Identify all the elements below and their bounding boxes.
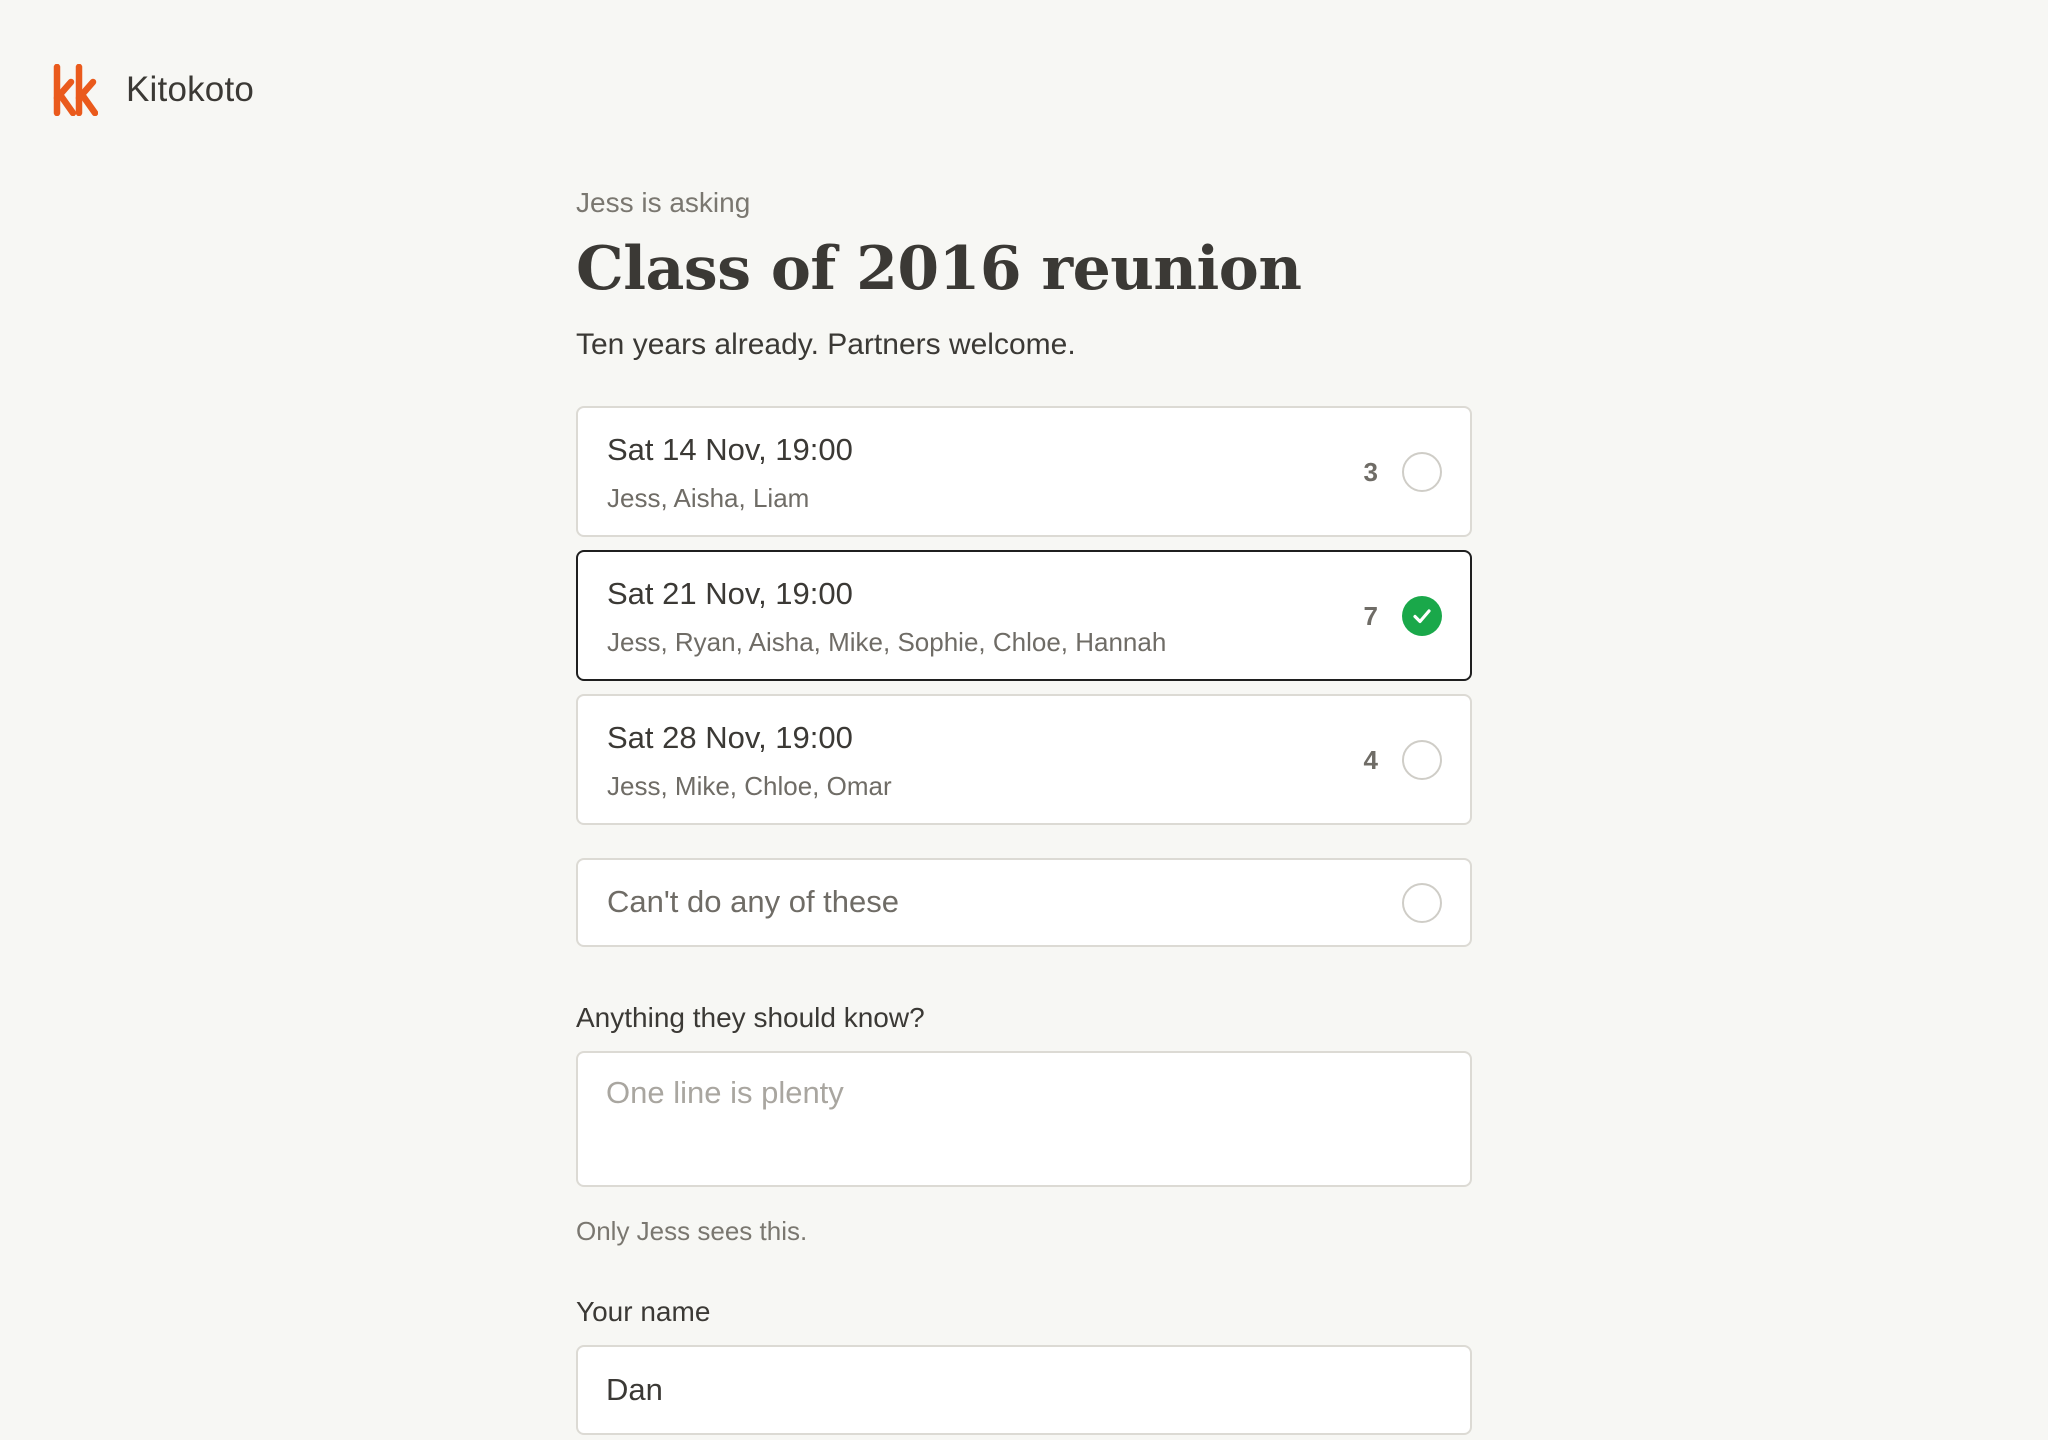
none-option-label: Can't do any of these [607,884,900,919]
none-option-radio[interactable] [1402,883,1442,923]
option-radio[interactable] [1402,740,1442,780]
option-radio[interactable] [1402,596,1442,636]
none-option[interactable]: Can't do any of these [576,858,1472,947]
name-label: Your name [576,1296,711,1327]
option-date: Sat 28 Nov, 19:00 [607,720,853,755]
note-hint: Only Jess sees this. [576,1216,808,1246]
poll-form: Jess is asking Class of 2016 reunion Ten… [576,186,1472,1435]
option-attendees: Jess, Aisha, Liam [607,483,810,513]
option-date: Sat 21 Nov, 19:00 [607,576,853,611]
option-count: 4 [1363,745,1378,775]
poll-description: Ten years already. Partners welcome. [576,328,1076,361]
option-count: 7 [1363,601,1378,631]
date-option[interactable]: Sat 14 Nov, 19:00 Jess, Aisha, Liam 3 [576,406,1472,537]
note-textarea[interactable] [576,1051,1472,1187]
asker-line: Jess is asking [576,187,751,218]
option-date: Sat 14 Nov, 19:00 [607,432,853,467]
date-options: Sat 14 Nov, 19:00 Jess, Aisha, Liam 3 Sa… [576,406,1472,947]
date-option[interactable]: Sat 28 Nov, 19:00 Jess, Mike, Chloe, Oma… [576,694,1472,825]
page-title: Class of 2016 reunion [576,234,1302,304]
note-label: Anything they should know? [576,1002,925,1033]
option-radio[interactable] [1402,452,1442,492]
kk-logo-icon [53,64,98,116]
option-attendees: Jess, Mike, Chloe, Omar [607,771,892,801]
checkmark-icon [1413,609,1431,624]
option-count: 3 [1363,457,1378,487]
brand[interactable]: Kitokoto [52,64,254,116]
date-option[interactable]: Sat 21 Nov, 19:00 Jess, Ryan, Aisha, Mik… [576,550,1472,681]
option-attendees: Jess, Ryan, Aisha, Mike, Sophie, Chloe, … [607,627,1167,657]
app-root: Kitokoto Jess is asking Class of 2016 re… [0,0,2048,1440]
name-input[interactable] [576,1345,1472,1435]
brand-name: Kitokoto [126,70,255,109]
